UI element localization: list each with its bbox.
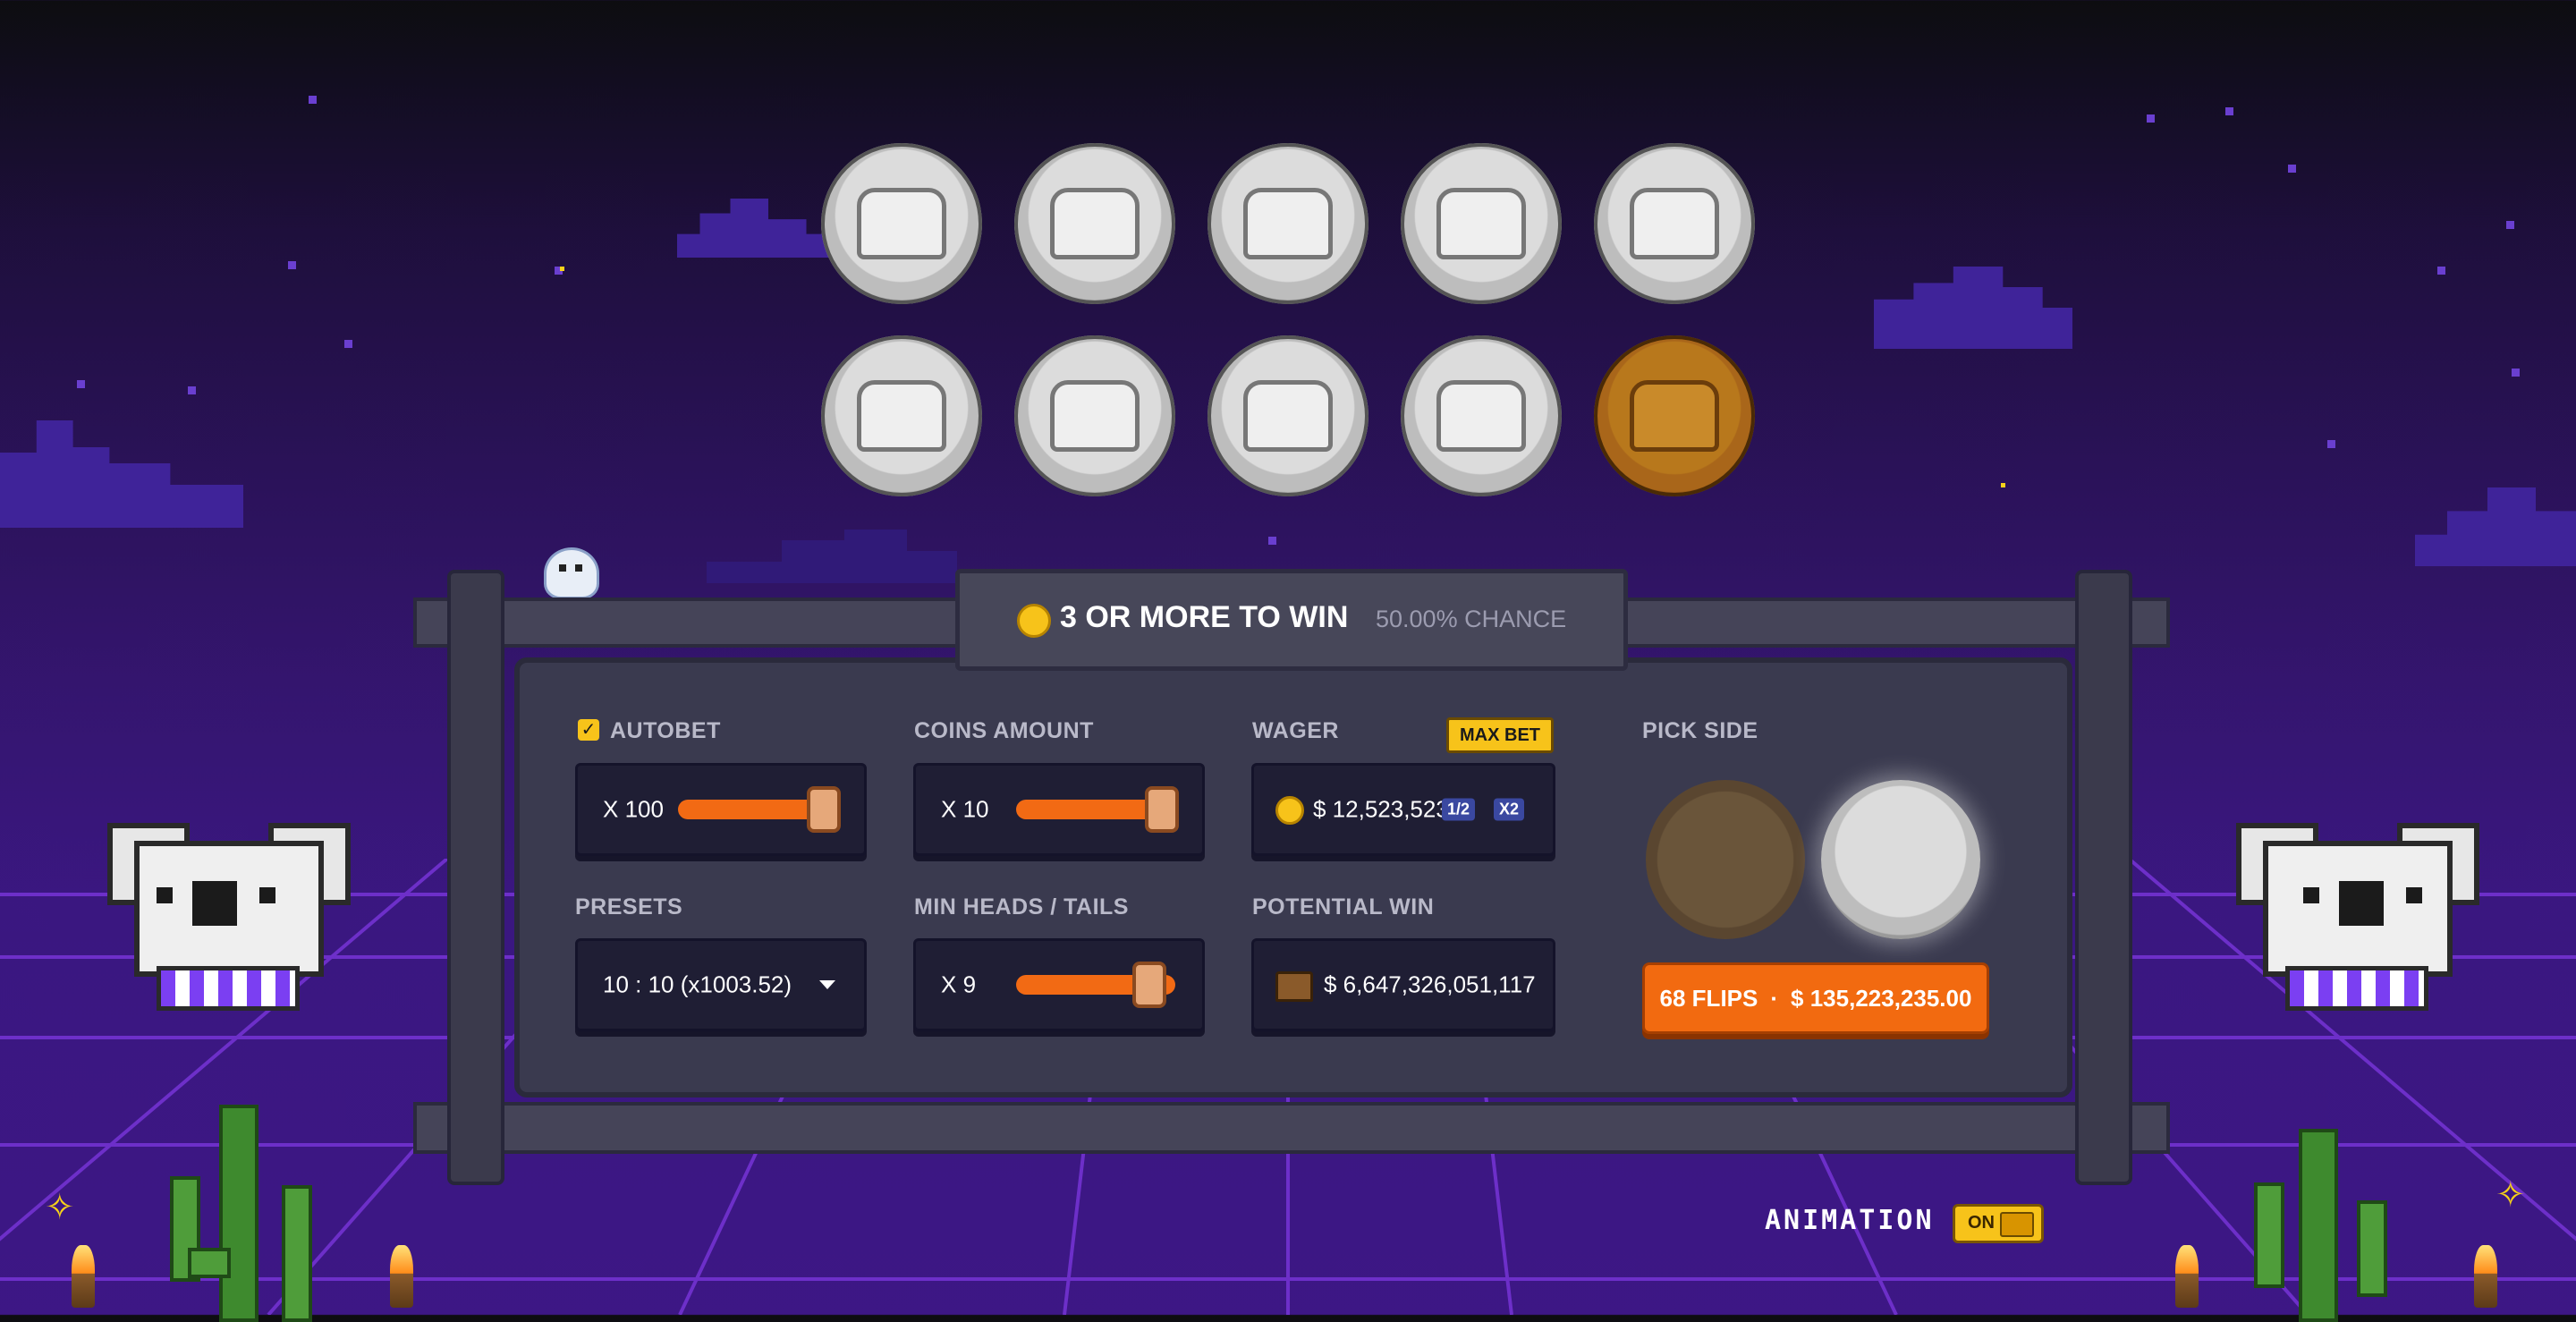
- presets-dropdown[interactable]: 10 : 10 (x1003.52): [575, 938, 867, 1031]
- koala-face-icon: [1436, 188, 1526, 259]
- half-wager-button[interactable]: 1/2: [1442, 798, 1476, 821]
- koala-left: [98, 805, 351, 1020]
- cloud-mid-left: [677, 199, 829, 258]
- koala-face-icon: [1050, 188, 1140, 259]
- wager-field[interactable]: $ 12,523,523 1/2 X2: [1251, 763, 1555, 856]
- banner-chance: 50.00% CHANCE: [1376, 606, 1567, 632]
- autobet-value: X 100: [603, 795, 664, 823]
- presets-label: PRESETS: [575, 894, 683, 919]
- koala-face-icon: [1630, 380, 1719, 452]
- autobet-checkbox[interactable]: ✓: [578, 719, 599, 741]
- min-heads-tails-field: X 9: [913, 938, 1205, 1031]
- sparkle-icon: ✧: [2496, 1175, 2526, 1215]
- toggle-knob: [2000, 1212, 2034, 1237]
- flip-amount: $ 135,223,235.00: [1791, 984, 1972, 1012]
- silver-coin: [1594, 143, 1755, 304]
- coins-amount-field: X 10: [913, 763, 1205, 856]
- ghost-mascot: [544, 547, 599, 599]
- torch-icon: [2474, 1245, 2497, 1308]
- presets-value: 10 : 10 (x1003.52): [603, 970, 792, 998]
- torch-icon: [72, 1245, 95, 1308]
- koala-face-icon: [857, 188, 946, 259]
- cactus-left: [134, 1105, 349, 1322]
- pick-side-gold-coin[interactable]: [1646, 780, 1805, 939]
- pick-side-label: PICK SIDE: [1642, 718, 1758, 743]
- chevron-down-icon: [819, 980, 835, 989]
- win-condition-banner: 3 OR MORE TO WIN 50.00% CHANCE: [955, 569, 1628, 671]
- coin-icon: [1017, 604, 1051, 638]
- cloud-right: [1874, 267, 2072, 349]
- coin-icon: [1275, 796, 1304, 825]
- wager-label: WAGER: [1252, 718, 1339, 743]
- koala-right: [2227, 805, 2479, 1020]
- flip-separator: ·: [1770, 984, 1779, 1012]
- min-heads-tails-slider-thumb[interactable]: [1132, 962, 1166, 1008]
- silver-coin: [821, 143, 982, 304]
- koala-face-icon: [1243, 188, 1333, 259]
- banner-title: 3 OR MORE TO WIN: [1060, 600, 1349, 634]
- animation-toggle[interactable]: ON: [1953, 1204, 2044, 1243]
- treasure-chest-icon: [1275, 971, 1313, 1002]
- silver-coin: [821, 335, 982, 496]
- animation-toggle-label: ON: [1968, 1213, 1995, 1233]
- koala-face-icon: [1050, 380, 1140, 452]
- koala-face-icon: [1630, 188, 1719, 259]
- wager-value: $ 12,523,523: [1313, 795, 1449, 823]
- min-heads-tails-label: MIN HEADS / TAILS: [914, 894, 1129, 919]
- potential-win-field: $ 6,647,326,051,117: [1251, 938, 1555, 1031]
- flip-button[interactable]: 68 FLIPS · $ 135,223,235.00: [1642, 962, 1989, 1034]
- koala-face-icon: [1436, 380, 1526, 452]
- koala-face-icon: [1243, 380, 1333, 452]
- coins-amount-label: COINS AMOUNT: [914, 718, 1094, 743]
- autobet-slider-thumb[interactable]: [807, 786, 841, 833]
- coins-amount-value: X 10: [941, 795, 989, 823]
- cactus-right: [2236, 1129, 2433, 1322]
- silver-coin: [1014, 335, 1175, 496]
- frame-post-right: [2075, 570, 2132, 1185]
- cloud-left: [0, 420, 243, 528]
- silver-coin: [1208, 335, 1368, 496]
- autobet-label: AUTOBET: [610, 718, 721, 743]
- flip-count: 68 FLIPS: [1659, 984, 1758, 1012]
- gold-coin: [1594, 335, 1755, 496]
- frame-post-left: [447, 570, 504, 1185]
- cloud-behind-panel: [707, 530, 957, 583]
- potential-win-label: POTENTIAL WIN: [1252, 894, 1435, 919]
- min-heads-tails-value: X 9: [941, 970, 977, 998]
- max-bet-button[interactable]: MAX BET: [1446, 717, 1554, 753]
- koala-face-icon: [857, 380, 946, 452]
- sparkle-icon: ✧: [45, 1188, 75, 1227]
- pick-side-silver-coin[interactable]: [1821, 780, 1980, 939]
- coins-amount-slider-thumb[interactable]: [1145, 786, 1179, 833]
- torch-icon: [390, 1245, 413, 1308]
- frame-bottom-rail: [413, 1102, 2170, 1154]
- silver-coin: [1014, 143, 1175, 304]
- autobet-field: X 100: [575, 763, 867, 856]
- torch-icon: [2175, 1245, 2199, 1308]
- silver-coin: [1401, 335, 1562, 496]
- cloud-far-right: [2415, 487, 2576, 566]
- silver-coin: [1401, 143, 1562, 304]
- double-wager-button[interactable]: X2: [1494, 798, 1525, 821]
- silver-coin: [1208, 143, 1368, 304]
- animation-label: ANIMATION: [1765, 1205, 1935, 1236]
- potential-win-value: $ 6,647,326,051,117: [1324, 970, 1536, 998]
